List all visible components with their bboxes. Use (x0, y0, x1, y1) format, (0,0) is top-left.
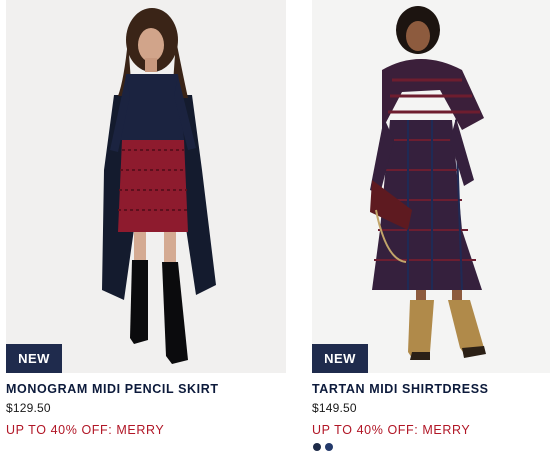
product-image[interactable]: NEW (312, 0, 550, 373)
product-name[interactable]: TARTAN MIDI SHIRTDRESS (312, 382, 550, 396)
color-swatch[interactable] (313, 443, 321, 451)
product-card[interactable]: NEW TARTAN MIDI SHIRTDRESS $149.50 UP TO… (312, 0, 550, 437)
product-card[interactable]: NEW MONOGRAM MIDI PENCIL SKIRT $129.50 U… (6, 0, 286, 437)
promo-text: UP TO 40% OFF: MERRY (312, 423, 471, 437)
product-name[interactable]: MONOGRAM MIDI PENCIL SKIRT (6, 382, 286, 396)
product-photo-illustration (102, 8, 216, 364)
color-swatch[interactable] (325, 443, 333, 451)
product-price: $129.50 (6, 401, 51, 415)
new-badge: NEW (6, 344, 62, 373)
product-image[interactable]: NEW (6, 0, 286, 373)
product-price: $149.50 (312, 401, 357, 415)
promo-text: UP TO 40% OFF: MERRY (6, 423, 165, 437)
new-badge: NEW (312, 344, 368, 373)
product-photo-illustration (370, 6, 486, 360)
color-swatches (313, 443, 333, 451)
